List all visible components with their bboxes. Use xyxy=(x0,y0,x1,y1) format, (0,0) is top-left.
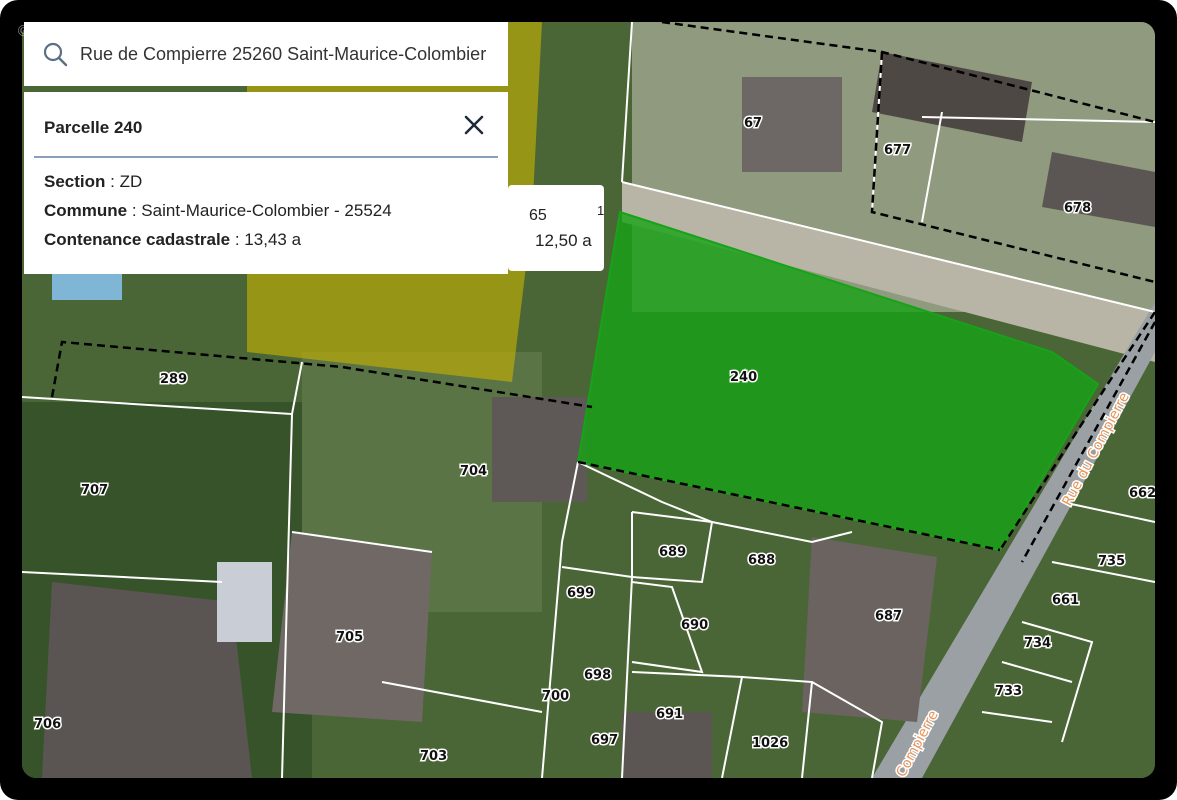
parcel-label-698: 698 xyxy=(584,668,611,683)
parcel-label-67: 67 xyxy=(744,116,762,131)
parcel-label-662: 662 xyxy=(1129,486,1155,501)
parcel-label-707: 707 xyxy=(81,483,108,498)
parcel-label-289: 289 xyxy=(160,372,187,387)
section-label: Section xyxy=(44,172,106,191)
parcel-label-705: 705 xyxy=(336,630,363,645)
section-value: : ZD xyxy=(105,172,143,191)
contenance-row: Contenance cadastrale : 13,43 a xyxy=(44,230,301,250)
parcel-label-678: 678 xyxy=(1064,201,1091,216)
parcel-label-699: 699 xyxy=(567,586,594,601)
parcel-label-735: 735 xyxy=(1098,554,1125,569)
parcel-label-687: 687 xyxy=(875,609,902,624)
close-icon[interactable] xyxy=(462,113,486,137)
neighbour-parcel-number: 65 xyxy=(529,207,547,224)
parcel-label-691: 691 xyxy=(656,707,683,722)
commune-label: Commune xyxy=(44,201,128,220)
search-input[interactable] xyxy=(78,42,492,66)
commune-value: : Saint-Maurice-Colombier - 25524 xyxy=(127,201,392,220)
parcel-label-1026: 1026 xyxy=(752,736,788,751)
neighbour-parcel-card[interactable]: 65 12,50 a 1 xyxy=(508,185,604,271)
neighbour-parcel-area: 12,50 a xyxy=(535,231,592,250)
parcel-label-240: 240 xyxy=(730,370,757,385)
commune-row: Commune : Saint-Maurice-Colombier - 2552… xyxy=(44,201,392,221)
parcel-info-panel: Parcelle 240 Section : ZD Commune : Sain… xyxy=(24,92,508,274)
parcel-label-688: 688 xyxy=(748,553,775,568)
parcel-label-690: 690 xyxy=(681,618,708,633)
parcel-label-704: 704 xyxy=(460,464,487,479)
parcel-label-700: 700 xyxy=(542,689,569,704)
parcel-label-661: 661 xyxy=(1052,593,1079,608)
neighbour-parcel-cut-text: 1 xyxy=(597,203,605,218)
parcel-label-697: 697 xyxy=(591,733,618,748)
panel-divider xyxy=(34,156,498,158)
parcel-label-703: 703 xyxy=(420,749,447,764)
parcel-label-734: 734 xyxy=(1024,636,1051,651)
parcel-label-689: 689 xyxy=(659,545,686,560)
device-frame: 240 289 704 707 705 706 703 700 699 698 … xyxy=(0,0,1177,800)
parcel-label-733: 733 xyxy=(995,684,1022,699)
parcel-label-677: 677 xyxy=(884,143,911,158)
section-row: Section : ZD xyxy=(44,172,142,192)
contenance-label: Contenance cadastrale xyxy=(44,230,231,249)
parcel-label-706: 706 xyxy=(34,717,61,732)
watermark-text: ©EtreProprio.com xyxy=(16,22,151,40)
contenance-value: : 13,43 a xyxy=(230,230,302,249)
parcel-title: Parcelle 240 xyxy=(44,118,143,137)
search-icon[interactable] xyxy=(42,41,68,67)
